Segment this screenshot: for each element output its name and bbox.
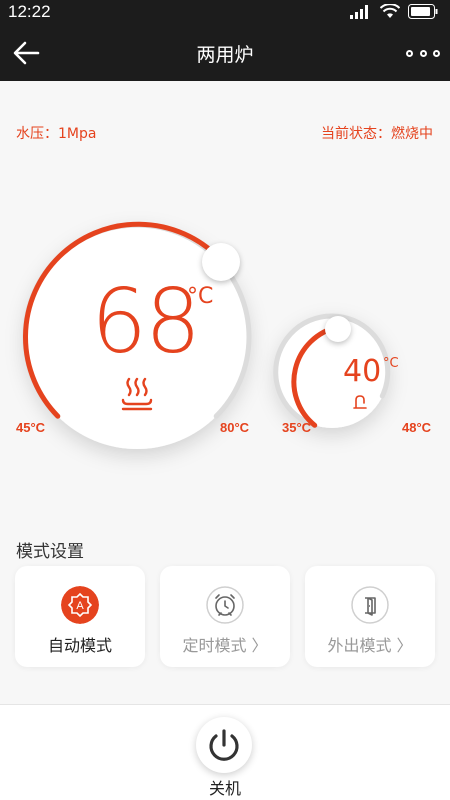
svg-text:A: A [76,600,84,612]
battery-icon [408,4,438,19]
power-label: 关机 [208,779,241,798]
faucet-icon [353,395,367,409]
hot-water-dial-knob[interactable] [325,316,351,342]
status-bar: 12:22 [0,0,450,26]
signal-icon [350,4,368,19]
top-bar: 12:22 两用炉 [0,0,450,81]
current-status: 当前状态：燃烧中 [321,126,433,142]
auto-mode-icon: A [61,586,99,624]
timer-mode-label: 定时模式 〉 [182,636,268,655]
nav-bar: 两用炉 [0,26,450,81]
timer-mode-card[interactable]: 定时模式 〉 [160,566,290,667]
bottom-bar: 关机 [0,704,450,800]
power-icon [209,729,239,761]
radiator-icon [121,377,153,411]
heating-min-temp: 45°C [16,420,46,435]
mode-settings-title: 模式设置 [16,542,84,562]
heating-temperature: 68 [91,270,201,373]
hot-water-max-temp: 48°C [402,420,432,435]
hot-water-unit: °C [383,356,399,371]
power-button[interactable] [196,717,252,773]
door-exit-icon [351,586,389,624]
page-title: 两用炉 [196,44,254,66]
alarm-clock-icon [206,586,244,624]
away-mode-card[interactable]: 外出模式 〉 [305,566,435,667]
auto-mode-card[interactable]: A 自动模式 [15,566,145,667]
status-icons [350,4,438,19]
auto-mode-label: 自动模式 [47,636,112,655]
heating-max-temp: 80°C [220,420,250,435]
away-mode-label: 外出模式 〉 [327,636,413,655]
more-options-icon[interactable] [406,42,440,64]
hot-water-min-temp: 35°C [282,420,312,435]
heating-dial-knob[interactable] [202,243,240,281]
water-pressure: 水压：1Mpa [16,126,97,142]
hot-water-temperature: 40 [343,354,382,389]
status-time: 12:22 [8,2,51,21]
wifi-icon [380,4,400,18]
heating-unit: °C [187,284,214,309]
